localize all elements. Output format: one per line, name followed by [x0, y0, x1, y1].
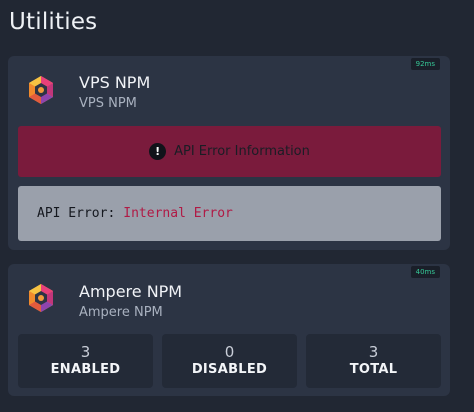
nginx-proxy-manager-hexagon-icon	[29, 76, 53, 104]
stat-enabled: 3 ENABLED	[18, 334, 153, 388]
service-name: VPS NPM	[79, 73, 151, 92]
service-subtitle: Ampere NPM	[79, 305, 163, 320]
api-error-label: API Error:	[37, 206, 116, 221]
stat-label: DISABLED	[191, 362, 268, 377]
stat-value: 3	[80, 343, 91, 361]
stats-row: 3 ENABLED 0 DISABLED 3 TOTAL	[18, 334, 441, 388]
stat-value: 3	[368, 343, 379, 361]
service-subtitle: VPS NPM	[79, 96, 137, 111]
stat-disabled: 0 DISABLED	[162, 334, 297, 388]
api-error-detail: API Error: Internal Error	[18, 186, 441, 241]
api-error-title: API Error Information	[174, 144, 310, 159]
nginx-proxy-manager-hexagon-icon	[29, 284, 53, 312]
stat-total: 3 TOTAL	[306, 334, 441, 388]
api-error-banner[interactable]: ! API Error Information	[18, 126, 441, 177]
service-name: Ampere NPM	[79, 282, 183, 301]
service-card-ampere-npm[interactable]: 40ms Ampere NPM Ampere NPM 3 ENABLED 0 D…	[8, 264, 450, 396]
latency-badge: 40ms	[410, 266, 440, 278]
latency-badge: 92ms	[410, 58, 440, 70]
page: Utilities 92ms VPS NPM VPS NPM ! API Err…	[0, 0, 474, 412]
api-error-message: Internal Error	[123, 206, 233, 221]
section-title: Utilities	[9, 9, 98, 35]
stat-value: 0	[224, 343, 235, 361]
exclamation-circle-icon: !	[149, 143, 167, 160]
stat-label: TOTAL	[349, 362, 398, 377]
stat-label: ENABLED	[50, 362, 121, 377]
service-card-vps-npm[interactable]: 92ms VPS NPM VPS NPM ! API Error Informa…	[8, 56, 450, 250]
